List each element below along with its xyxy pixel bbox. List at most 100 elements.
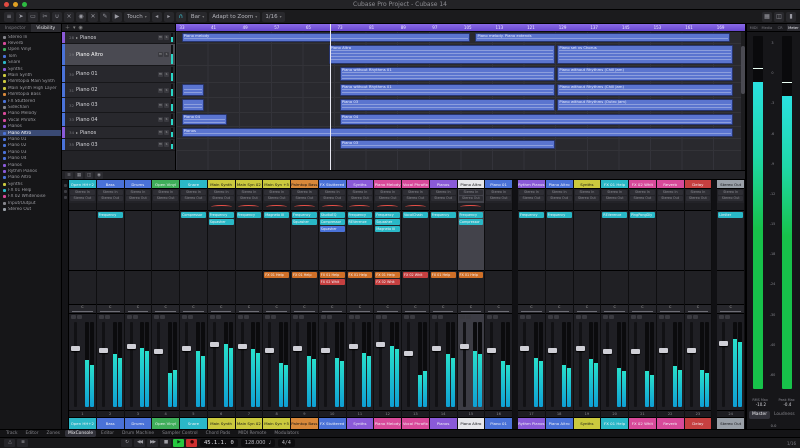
track-header[interactable]: 34▸Pianosms <box>62 127 175 139</box>
lower-zone-tab-modulators[interactable]: Modulators <box>271 430 301 437</box>
channel-eq-thumbnail[interactable] <box>291 203 318 211</box>
mixer-channel[interactable]: Piano 01Stereo InStereo OutC16Piano 01 <box>485 180 513 429</box>
channel-pan[interactable]: C <box>546 305 573 314</box>
track-header[interactable]: 28▸Pianosms <box>62 32 175 44</box>
left-zone-tab-zones[interactable]: Zones <box>44 430 63 437</box>
fader-handle[interactable] <box>432 346 441 351</box>
insert-slot[interactable]: Magneto III <box>375 226 400 232</box>
channel-inserts[interactable] <box>685 211 712 271</box>
mixer-channel[interactable]: Open VinylStereo InStereo OutC4Open Viny… <box>152 180 180 429</box>
midi-clip[interactable]: Piano melody <box>182 33 470 42</box>
channel-inserts[interactable]: FrequencyREVerence <box>347 211 374 271</box>
mute-button[interactable] <box>376 315 381 319</box>
mixer-channel[interactable]: FX 01 HelpStereo InStereo OutREVerenceC2… <box>601 180 629 429</box>
time-signature-display[interactable]: 4/4 <box>278 439 295 447</box>
mixer-channel[interactable]: Main SynthStereo InStereo OutFrequencySq… <box>208 180 236 429</box>
channel-fader-section[interactable] <box>657 314 684 410</box>
routing-output[interactable]: Stereo Out <box>98 196 123 201</box>
channel-sends[interactable]: FX 01 Help <box>347 271 374 305</box>
channel-sends[interactable]: FX 01 Help <box>263 271 290 305</box>
channel-pan[interactable]: C <box>97 305 124 314</box>
channel-label-top[interactable]: Vocal Phrofix <box>402 180 429 189</box>
channel-sends[interactable] <box>717 271 744 305</box>
channel-sends[interactable] <box>657 271 684 305</box>
channel-sends[interactable] <box>236 271 263 305</box>
solo-button[interactable] <box>554 315 559 319</box>
channel-label-bottom[interactable]: Open HH+2 <box>69 417 96 429</box>
channel-eq-thumbnail[interactable] <box>374 203 401 211</box>
fader-handle[interactable] <box>460 344 469 349</box>
channel-fader-section[interactable] <box>97 314 124 410</box>
channel-inserts[interactable]: Frequency <box>430 211 457 271</box>
routing-output[interactable]: Stereo Out <box>209 196 234 201</box>
fader-handle[interactable] <box>487 348 496 353</box>
channel-label-top[interactable]: Open HH+2 <box>69 180 96 189</box>
channel-eq-thumbnail[interactable] <box>485 203 512 211</box>
mixer-channel[interactable]: SnareStereo InStereo OutCompressorC5Snar… <box>180 180 208 429</box>
mute-button[interactable]: m <box>158 52 163 57</box>
channel-label-bottom[interactable]: Main Syn 02 <box>236 417 263 429</box>
inserts-state-icon[interactable]: ▦ <box>762 12 772 22</box>
solo-button[interactable]: s <box>164 88 169 93</box>
solo-button[interactable] <box>637 315 642 319</box>
mixer-channel[interactable]: FX 02 WhitStereo InStereo OutPingPongDly… <box>629 180 657 429</box>
insert-slot[interactable]: Squasher <box>375 219 400 225</box>
channel-sends[interactable]: FX 01 Help <box>291 271 318 305</box>
channel-sends[interactable] <box>485 271 512 305</box>
play-tool-icon[interactable]: ▶ <box>112 12 122 22</box>
channel-inserts[interactable] <box>69 211 96 271</box>
channel-fader-section[interactable] <box>485 314 512 410</box>
solo-button[interactable] <box>526 315 531 319</box>
channel-eq-thumbnail[interactable] <box>546 203 573 211</box>
routing-output[interactable]: Stereo Out <box>547 196 572 201</box>
channel-label-top[interactable]: Piano Altro <box>546 180 573 189</box>
routing-output[interactable]: Stereo Out <box>403 196 428 201</box>
midi-clip[interactable]: Piano without Rhythms (Chill Jam) <box>557 67 732 81</box>
lower-zone-tab-editor[interactable]: Editor <box>98 430 117 437</box>
channel-label-top[interactable]: Pianos <box>430 180 457 189</box>
channel-eq-thumbnail[interactable] <box>657 203 684 211</box>
midi-clip[interactable]: Piano without Rhythms (Chill Jam) <box>557 84 732 96</box>
solo-button[interactable]: s <box>164 117 169 122</box>
routing-input[interactable]: Stereo In <box>320 190 345 195</box>
mixer-channel[interactable]: DrumsStereo InStereo OutC3Drums <box>125 180 153 429</box>
channel-eq-thumbnail[interactable] <box>208 203 235 211</box>
mute-button[interactable]: m <box>158 72 163 77</box>
routing-input[interactable]: Stereo In <box>153 190 178 195</box>
mute-button[interactable] <box>349 315 354 319</box>
rms-max-value[interactable]: -10.2 <box>756 402 766 407</box>
routing-input[interactable]: Stereo In <box>348 190 373 195</box>
track-filter-icon[interactable]: ▾ <box>73 25 76 31</box>
mute-button[interactable] <box>576 315 581 319</box>
channel-sends[interactable]: FX 02 Whit <box>402 271 429 305</box>
channel-inserts[interactable] <box>657 211 684 271</box>
solo-button[interactable] <box>609 315 614 319</box>
channel-sends[interactable] <box>152 271 179 305</box>
mute-button[interactable] <box>520 315 525 319</box>
channel-label-bottom[interactable]: Open Vinyl <box>152 417 179 429</box>
solo-button[interactable] <box>693 315 698 319</box>
channel-inserts[interactable] <box>152 211 179 271</box>
channel-label-bottom[interactable]: Reverb <box>657 417 684 429</box>
solo-button[interactable] <box>105 315 110 319</box>
channel-label-top[interactable]: Synths <box>347 180 374 189</box>
vertical-scrollbar[interactable] <box>741 32 745 170</box>
solo-button[interactable] <box>438 315 443 319</box>
mute-button[interactable]: m <box>158 130 163 135</box>
fader-handle[interactable] <box>321 348 330 353</box>
channel-pan[interactable]: C <box>263 305 290 314</box>
midi-clip[interactable]: Piano melody. Piano extends <box>475 33 729 42</box>
routing-input[interactable]: Stereo In <box>686 190 711 195</box>
meter-mode-tab-loudness[interactable]: Loudness <box>771 411 798 419</box>
channel-sends[interactable]: FX 01 Help <box>458 271 485 305</box>
solo-button[interactable]: s <box>164 103 169 108</box>
activate-project-icon[interactable]: ≡ <box>4 12 14 22</box>
mixer-channel[interactable]: Open HH+2Stereo InStereo OutC1Open HH+2 <box>69 180 97 429</box>
channel-label-bottom[interactable]: Stereo Out <box>717 417 744 429</box>
channel-pan[interactable]: C <box>125 305 152 314</box>
channel-label-top[interactable]: Reverb <box>657 180 684 189</box>
fader-handle[interactable] <box>659 348 668 353</box>
channel-pan[interactable]: C <box>208 305 235 314</box>
channel-sends[interactable] <box>629 271 656 305</box>
channel-label-top[interactable]: Piano Altro <box>458 180 485 189</box>
